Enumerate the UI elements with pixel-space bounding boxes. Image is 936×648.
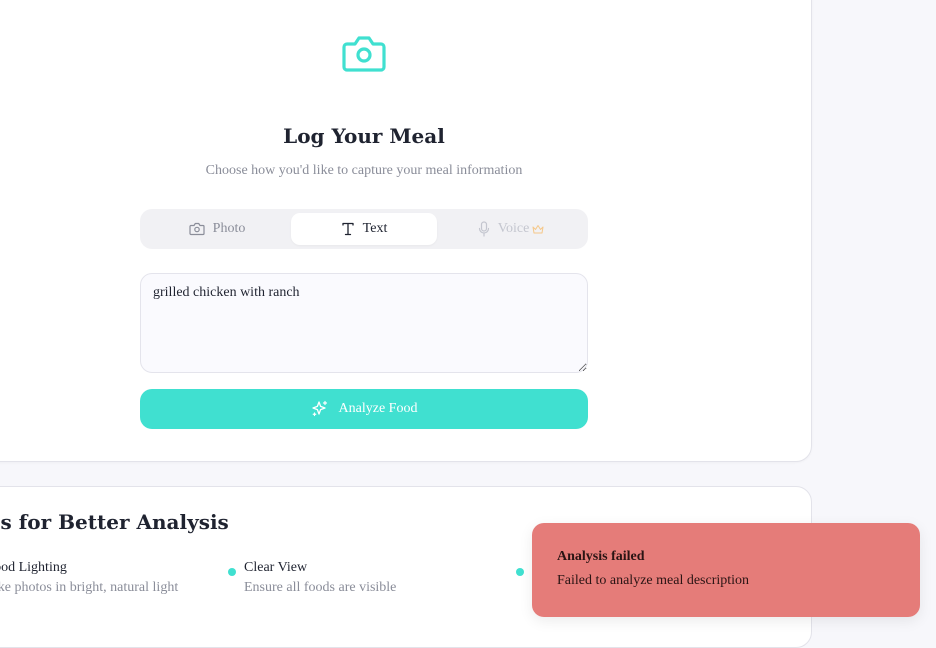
tip-title: Clear View: [244, 560, 308, 575]
toast-title: Analysis failed: [557, 549, 645, 564]
tab-photo-label: Photo: [212, 221, 246, 236]
camera-icon: [342, 36, 386, 72]
crown-icon: [532, 225, 544, 234]
tab-text-label: Text: [362, 221, 388, 236]
tab-photo[interactable]: Photo: [144, 213, 290, 245]
page-title: Log Your Meal: [283, 124, 445, 148]
tab-text[interactable]: Text: [291, 213, 437, 245]
error-toast[interactable]: Analysis failed Failed to analyze meal d…: [532, 523, 920, 617]
tab-voice-label-group: Voice: [498, 221, 545, 237]
toast-message: Failed to analyze meal description: [557, 573, 750, 588]
tab-voice-label: Voice: [497, 221, 530, 236]
meal-description-input[interactable]: grilled chicken with ranch: [140, 273, 588, 373]
tip-description: Ensure all foods are visible: [244, 580, 397, 595]
analyze-food-button[interactable]: Analyze Food: [140, 389, 588, 429]
tips-title: Tips for Better Analysis: [0, 510, 229, 534]
bullet-dot: [516, 568, 524, 576]
tip-description: Take photos in bright, natural light: [0, 580, 179, 595]
tab-voice[interactable]: Voice: [438, 213, 584, 245]
page-subtitle: Choose how you'd like to capture your me…: [205, 163, 523, 178]
analyze-food-label: Analyze Food: [338, 401, 418, 416]
tip-title: Good Lighting: [0, 560, 67, 575]
bullet-dot: [228, 568, 236, 576]
camera-small-icon: [189, 222, 205, 236]
sparkles-icon: [311, 400, 327, 417]
microphone-icon: [478, 221, 489, 237]
input-mode-selector: Photo Text Voice: [140, 209, 588, 249]
text-icon: [342, 222, 354, 236]
